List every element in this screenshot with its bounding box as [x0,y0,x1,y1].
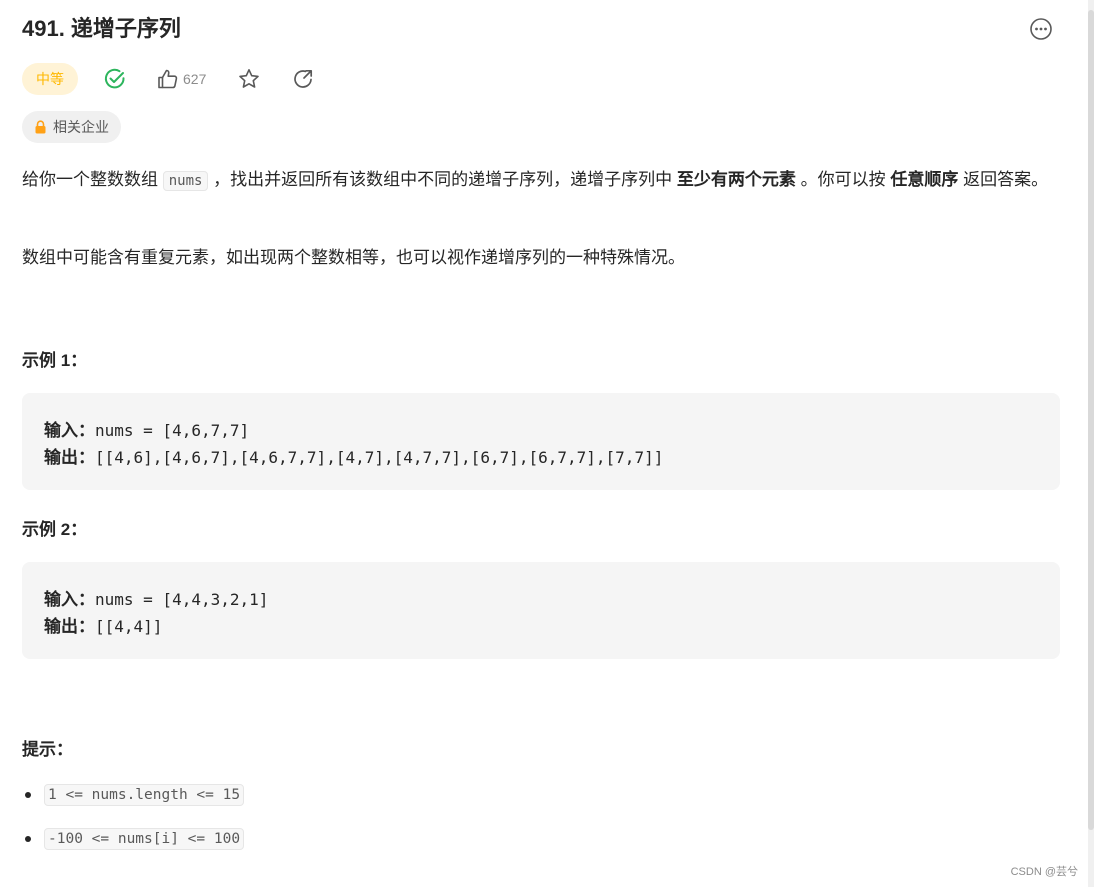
output-label: 输出： [44,448,95,467]
desc-text: ，找出并返回所有该数组中不同的递增子序列，递增子序列中 [208,170,677,189]
output-label: 输出： [44,617,95,636]
bullet-icon [25,792,31,798]
company-tag[interactable]: 相关企业 [22,111,121,143]
example-2-block: 输入：nums = [4,4,3,2,1] 输出：[[4,4]] [22,562,1060,659]
hint-code: 1 <= nums.length <= 15 [44,784,245,806]
share-icon [294,69,313,88]
company-tag-label: 相关企业 [53,119,109,135]
desc-text: 给你一个整数数组 [22,170,163,189]
desc-bold: 任意顺序 [890,170,959,189]
scrollbar[interactable] [1088,0,1094,887]
more-icon [1030,18,1052,40]
desc-text: 。你可以按 [795,170,891,189]
lock-icon [34,120,47,134]
solved-check-icon [104,68,125,89]
example-2-output-line: 输出：[[4,4]] [44,613,1038,640]
difficulty-badge: 中等 [22,63,78,95]
like-count: 627 [183,71,207,87]
meta-row: 中等 627 [22,62,316,96]
more-button[interactable] [1028,16,1054,42]
description-paragraph-1: 给你一个整数数组 nums ，找出并返回所有该数组中不同的递增子序列，递增子序列… [22,166,1062,195]
example-1-input-line: 输入：nums = [4,6,7,7] [44,417,1038,444]
desc-bold: 至少有两个元素 [676,170,796,189]
example-1-title: 示例 1： [22,351,88,370]
share-button[interactable] [290,66,316,92]
hint-item: -100 <= nums[i] <= 100 [22,828,245,850]
code-nums: nums [162,171,209,191]
example-1-input: nums = [4,6,7,7] [95,421,250,440]
example-2-input: nums = [4,4,3,2,1] [95,590,269,609]
example-1-block: 输入：nums = [4,6,7,7] 输出：[[4,6],[4,6,7],[4… [22,393,1060,490]
input-label: 输入： [44,421,95,440]
description-paragraph-2: 数组中可能含有重复元素，如出现两个整数相等，也可以视作递增序列的一种特殊情况。 [22,248,685,267]
hints-title: 提示： [22,740,73,759]
example-1-output-line: 输出：[[4,6],[4,6,7],[4,6,7,7],[4,7],[4,7,7… [44,444,1038,471]
title-row: 491. 递增子序列 [22,12,1062,46]
example-2-title: 示例 2： [22,520,88,539]
desc-text: 返回答案。 [958,170,1049,189]
scrollbar-thumb[interactable] [1088,10,1094,830]
bullet-icon [25,836,31,842]
favorite-button[interactable] [236,66,262,92]
input-label: 输入： [44,590,95,609]
watermark: CSDN @芸兮 [1010,866,1078,878]
thumbs-up-icon [158,69,178,89]
example-2-output: [[4,4]] [95,617,163,636]
example-1-output: [[4,6],[4,6,7],[4,6,7,7],[4,7],[4,7,7],[… [95,448,664,467]
solved-status [102,66,128,92]
hint-code: -100 <= nums[i] <= 100 [44,828,245,850]
hint-item: 1 <= nums.length <= 15 [22,784,245,806]
problem-title[interactable]: 491. 递增子序列 [22,12,1062,46]
example-2-input-line: 输入：nums = [4,4,3,2,1] [44,586,1038,613]
star-icon [239,69,260,88]
like-button[interactable]: 627 [156,67,206,91]
